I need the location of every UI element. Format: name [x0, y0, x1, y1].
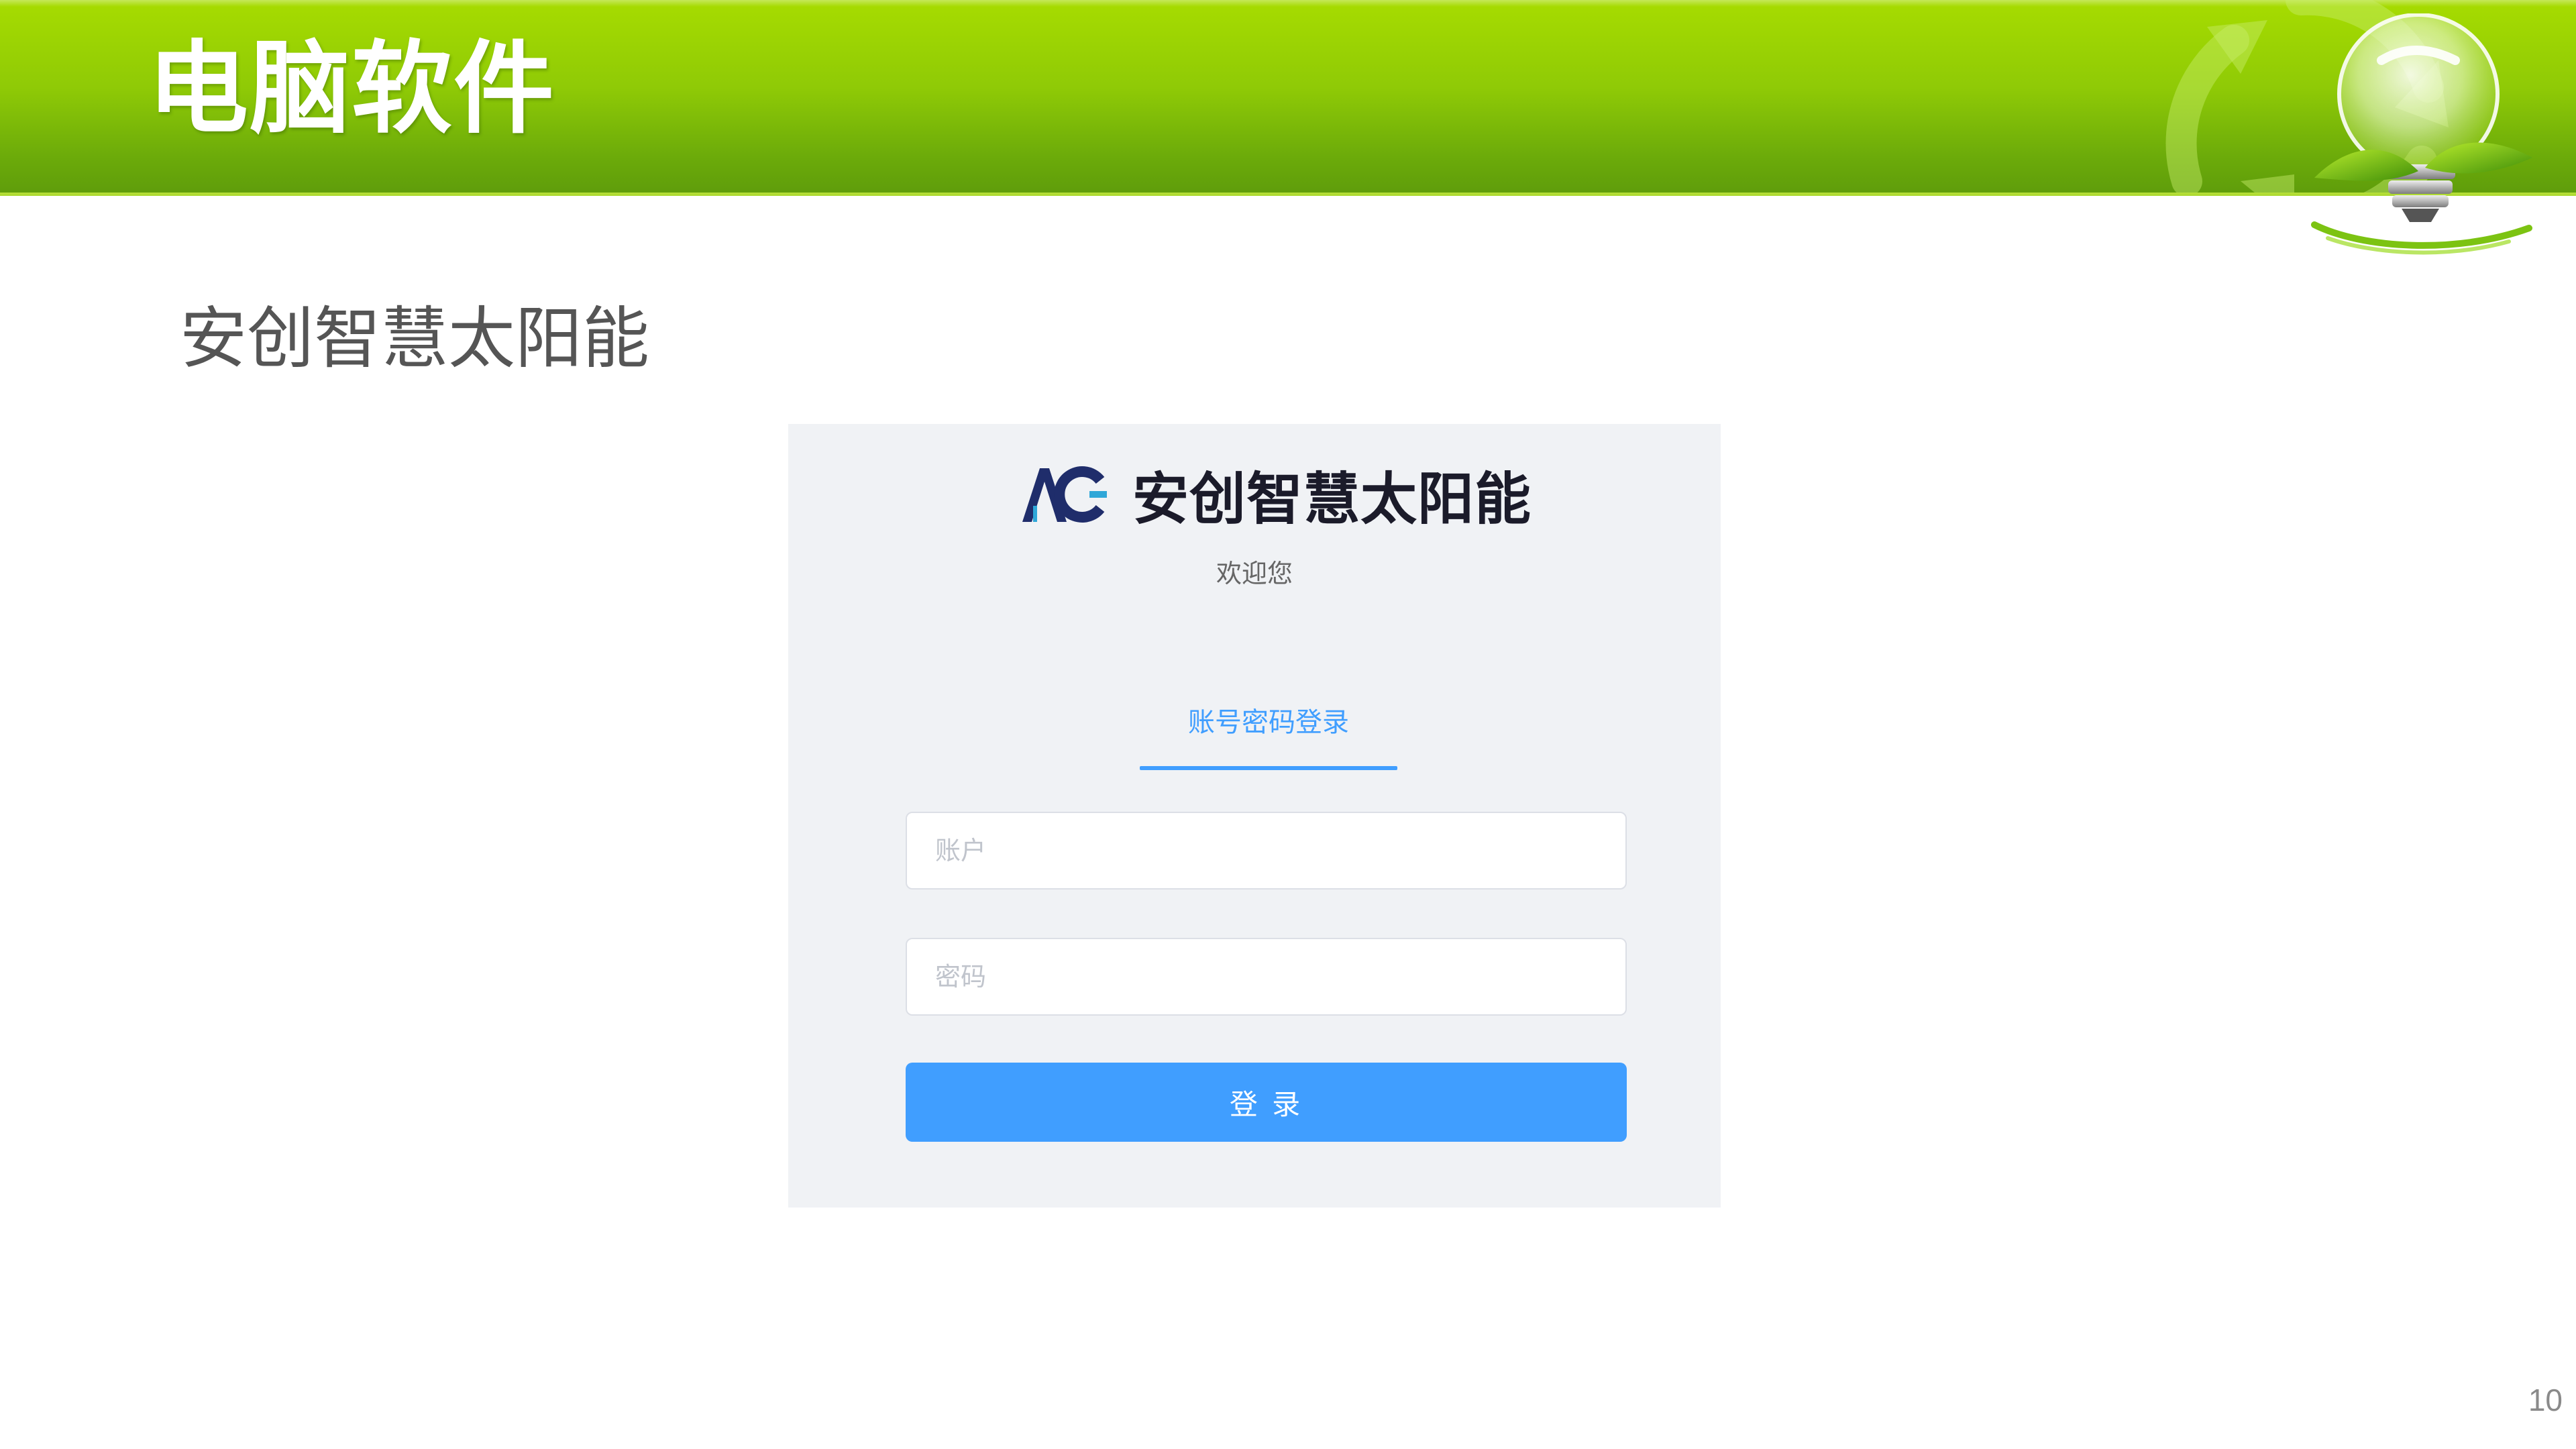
active-tab-indicator: [1140, 766, 1397, 770]
page-number: 10: [2528, 1383, 2563, 1417]
password-input[interactable]: [906, 938, 1627, 1016]
brand-name: 安创智慧太阳能: [1132, 466, 1532, 532]
slide-title: 电脑软件: [148, 31, 556, 148]
header-divider: [0, 193, 2576, 196]
welcome-text: 欢迎您: [1216, 559, 1293, 588]
login-screenshot: 安创智慧太阳能 欢迎您 账号密码登录 登 录: [788, 424, 1721, 1208]
lightbulb-icon: [2311, 13, 2532, 255]
section-subtitle: 安创智慧太阳能: [180, 299, 649, 378]
brand-header: 安创智慧太阳能: [1020, 451, 1532, 538]
tab-account-password-login[interactable]: 账号密码登录: [1140, 700, 1397, 741]
login-button[interactable]: 登 录: [906, 1063, 1627, 1142]
account-input[interactable]: [906, 812, 1627, 890]
header-band: 电脑软件: [0, 0, 2576, 196]
slide: 电脑软件 安创智慧太阳能 安创智慧太阳能 欢迎您 账号密码登录 账户 登 录 1…: [0, 0, 2576, 1449]
app-logo-icon: [1022, 466, 1107, 523]
